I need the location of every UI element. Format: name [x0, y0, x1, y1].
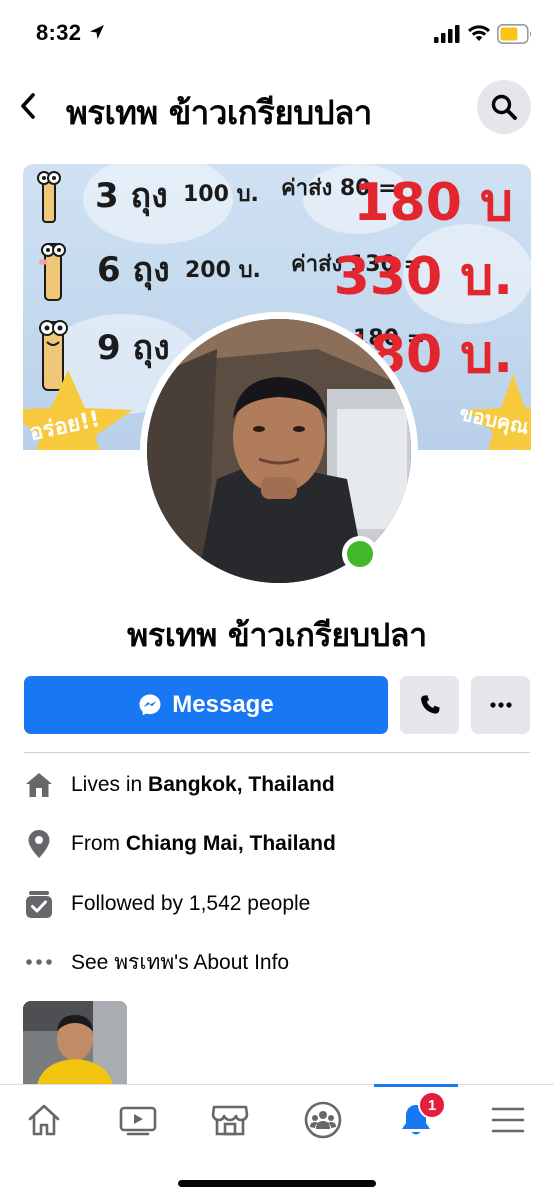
followers-count: Followed by 1,542 people — [71, 892, 311, 915]
home-icon — [28, 1104, 60, 1136]
status-bar: 8:32 — [0, 0, 554, 68]
more-dots-icon — [489, 702, 512, 708]
followers-icon — [24, 889, 54, 919]
cover-price-row: 6 ถุง 200 บ. ค่าส่ง 130 = 330 บ. — [23, 234, 531, 310]
hamburger-menu-icon — [491, 1107, 525, 1133]
info-prefix: Lives in — [71, 773, 149, 796]
location-pin-icon — [24, 829, 54, 859]
online-status-indicator — [342, 536, 378, 572]
battery-icon — [497, 24, 532, 44]
from-value[interactable]: Chiang Mai, Thailand — [126, 832, 336, 855]
nav-home[interactable] — [14, 1095, 74, 1145]
featured-photo-thumbnail[interactable] — [23, 1001, 127, 1085]
more-dots-icon — [24, 947, 54, 977]
info-prefix: From — [71, 832, 126, 855]
location-arrow-icon — [90, 25, 104, 39]
cartoon-mascot-icon — [37, 171, 61, 223]
cover-price-text: 100 บ. — [183, 182, 259, 207]
info-row-followers: Followed by 1,542 people — [24, 884, 530, 924]
cover-qty: 9 ถุง — [97, 328, 170, 368]
cover-qty: 6 ถุง — [97, 250, 170, 290]
message-button[interactable]: Message — [24, 676, 388, 734]
cover-total: 330 บ. — [333, 247, 513, 307]
nav-groups[interactable] — [293, 1095, 353, 1145]
cover-total: 180 บ — [353, 173, 513, 233]
phone-icon — [420, 695, 440, 714]
info-row-about[interactable]: See พรเทพ's About Info — [24, 942, 530, 982]
status-time: 8:32 — [36, 20, 82, 45]
cartoon-mascot-icon — [39, 243, 66, 301]
home-indicator — [178, 1180, 376, 1187]
notification-badge: 1 — [418, 1091, 446, 1119]
chevron-left-icon — [21, 93, 35, 119]
info-text: From Chiang Mai, Thailand — [71, 832, 336, 856]
search-button[interactable] — [477, 80, 531, 134]
featured-photo — [23, 1001, 127, 1085]
page-title: พรเทพ ข้าวเกรียบปลา — [66, 93, 372, 132]
back-button[interactable] — [14, 86, 42, 126]
active-tab-indicator — [374, 1084, 458, 1087]
message-button-label: Message — [172, 691, 274, 718]
info-row-lives-in: Lives in Bangkok, Thailand — [24, 765, 530, 805]
cover-price-text: 200 บ. — [185, 258, 261, 283]
marketplace-icon — [211, 1105, 249, 1136]
profile-header: พรเทพ ข้าวเกรียบปลา — [0, 68, 554, 146]
messenger-icon — [139, 694, 161, 716]
home-info-icon — [24, 770, 54, 800]
nav-menu[interactable] — [478, 1095, 538, 1145]
groups-icon — [304, 1101, 342, 1139]
call-button[interactable] — [400, 676, 459, 734]
search-icon — [491, 94, 517, 120]
nav-watch[interactable] — [108, 1095, 168, 1145]
more-options-button[interactable] — [471, 676, 530, 734]
cover-qty: 3 ถุง — [95, 176, 168, 216]
nav-marketplace[interactable] — [200, 1095, 260, 1145]
wifi-icon — [468, 25, 490, 41]
see-about-info-link[interactable]: See พรเทพ's About Info — [71, 946, 289, 979]
cover-price-row: 3 ถุง 100 บ. ค่าส่ง 80 = 180 บ — [23, 164, 531, 240]
cellular-signal-icon — [434, 25, 460, 43]
video-icon — [119, 1106, 157, 1136]
profile-name: พรเทพ ข้าวเกรียบปลา — [127, 616, 427, 654]
lives-in-value[interactable]: Bangkok, Thailand — [148, 773, 335, 796]
section-divider — [24, 752, 530, 753]
info-text: Lives in Bangkok, Thailand — [71, 773, 335, 797]
info-row-from: From Chiang Mai, Thailand — [24, 824, 530, 864]
